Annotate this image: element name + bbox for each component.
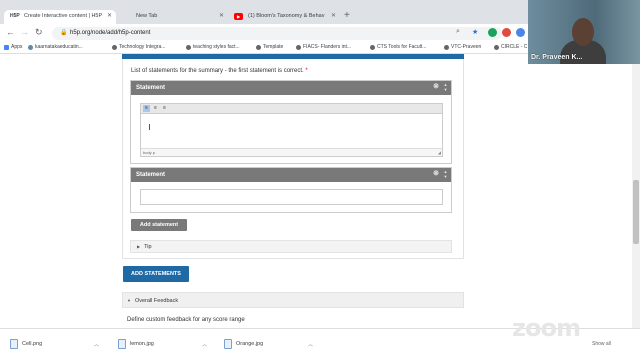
expand-triangle-icon: ▶ <box>137 244 141 249</box>
bookmark-item[interactable]: CIRCLE - C <box>494 44 527 50</box>
tab-new-tab[interactable]: New Tab ✕ <box>116 10 228 24</box>
url-text: h5p.org/node/add/h5p-content <box>70 30 151 36</box>
reorder-arrows-icon[interactable]: ▲ ▼ <box>442 169 449 179</box>
site-icon <box>186 45 191 50</box>
chevron-up-icon[interactable]: ︿ <box>94 341 99 348</box>
lock-icon: 🔒 <box>60 30 68 36</box>
h5p-favicon-icon: H5P <box>10 13 20 19</box>
extension-icon[interactable] <box>488 28 497 37</box>
statement-header[interactable]: Statement ⊗ ▲ ▼ <box>131 81 451 95</box>
remove-icon[interactable]: ⊗ <box>433 170 439 178</box>
required-marker: * <box>305 68 308 74</box>
statement-input[interactable] <box>140 189 443 205</box>
rte-element-path: body p <box>141 148 442 156</box>
site-icon <box>28 45 33 50</box>
bookmark-item[interactable]: kaarnatakaeducatin... <box>28 44 83 50</box>
show-all-downloads-link[interactable]: Show all <box>592 341 611 347</box>
zoom-watermark-logo: zoom <box>512 314 581 342</box>
image-file-icon <box>118 339 126 349</box>
extension-icon[interactable] <box>502 28 511 37</box>
add-statements-button[interactable]: ADD STATEMENTS <box>123 266 189 282</box>
bookmark-item[interactable]: teaching styles fact... <box>186 44 240 50</box>
collapse-triangle-icon: ▼ <box>127 298 131 303</box>
statement-rich-text-editor[interactable]: ≡ ≡ ≡ body p ◢ <box>140 103 443 157</box>
close-tab-icon[interactable]: ✕ <box>219 12 224 19</box>
statement-group: Statement ⊗ ▲ ▼ ≡ ≡ ≡ body p ◢ <box>130 80 452 164</box>
image-file-icon <box>224 339 232 349</box>
rte-toolbar: ≡ ≡ ≡ <box>141 104 442 114</box>
site-icon <box>494 45 499 50</box>
forward-icon[interactable]: → <box>20 27 29 38</box>
tab-h5p[interactable]: H5P Create Interactive content | H5P ✕ <box>4 10 116 24</box>
bookmark-item[interactable]: CTS Tools for Facult... <box>370 44 426 50</box>
tab-label: New Tab <box>136 13 158 19</box>
site-icon <box>370 45 375 50</box>
bookmark-item[interactable]: VTC-Praveen <box>444 44 481 50</box>
extension-icon[interactable] <box>516 28 525 37</box>
statement-group: Statement ⊗ ▲ ▼ <box>130 167 452 213</box>
address-bar[interactable]: 🔒 h5p.org/node/add/h5p-content ⌕ ★ <box>52 27 502 40</box>
participant-head <box>572 18 594 46</box>
add-statement-button[interactable]: Add statement <box>131 219 187 231</box>
bookmark-item[interactable]: FIACS- Flanders int... <box>296 44 351 50</box>
reorder-arrows-icon[interactable]: ▲ ▼ <box>442 82 449 92</box>
align-right-icon[interactable]: ≡ <box>161 105 168 112</box>
resize-handle-icon[interactable]: ◢ <box>438 150 441 155</box>
scrollbar-thumb[interactable] <box>633 180 639 244</box>
bookmark-item[interactable]: Technology Integra... <box>112 44 165 50</box>
page-viewport: List of statements for the summary - the… <box>0 54 640 328</box>
site-icon <box>256 45 261 50</box>
align-left-icon[interactable]: ≡ <box>143 105 150 112</box>
participant-name: Dr. Praveen K... <box>531 54 583 61</box>
align-center-icon[interactable]: ≡ <box>152 105 159 112</box>
editor-top-band <box>122 54 464 59</box>
new-tab-icon[interactable]: + <box>344 10 350 22</box>
image-file-icon <box>10 339 18 349</box>
tab-label: Create Interactive content | H5P <box>24 13 103 19</box>
tip-collapsible[interactable]: ▶ Tip <box>130 240 452 253</box>
youtube-favicon-icon: ▶ <box>234 13 243 20</box>
participant-video: Dr. Praveen K... <box>528 0 640 64</box>
close-tab-icon[interactable]: ✕ <box>107 12 112 19</box>
statement-header[interactable]: Statement ⊗ ▲ ▼ <box>131 168 451 182</box>
search-icon[interactable]: ⌕ <box>456 28 460 36</box>
download-item[interactable]: Orange.jpg ︿ <box>222 338 318 352</box>
text-cursor <box>149 124 150 130</box>
chevron-up-icon[interactable]: ︿ <box>308 341 313 348</box>
custom-feedback-text: Define custom feedback for any score ran… <box>127 317 245 323</box>
tab-label: (1) Bloom's Taxonomy & Behav <box>248 13 325 19</box>
reload-icon[interactable]: ↻ <box>35 27 43 38</box>
statements-instruction: List of statements for the summary - the… <box>131 68 308 74</box>
bookmark-apps[interactable]: Apps <box>4 44 22 50</box>
page-scrollbar[interactable] <box>632 54 640 328</box>
back-icon[interactable]: ← <box>6 27 15 38</box>
site-icon <box>296 45 301 50</box>
overall-feedback-collapsible[interactable]: ▼ Overall Feedback <box>122 292 464 308</box>
site-icon <box>444 45 449 50</box>
apps-grid-icon <box>4 45 9 50</box>
close-tab-icon[interactable]: ✕ <box>331 12 336 19</box>
bookmark-star-icon[interactable]: ★ <box>472 28 478 36</box>
remove-icon[interactable]: ⊗ <box>433 83 439 91</box>
download-item[interactable]: Cell.png ︿ <box>8 338 104 352</box>
site-icon <box>112 45 117 50</box>
download-item[interactable]: lemon.jpg ︿ <box>116 338 212 352</box>
chevron-up-icon[interactable]: ︿ <box>202 341 207 348</box>
bookmark-item[interactable]: Template <box>256 44 283 50</box>
tab-youtube[interactable]: ▶ (1) Bloom's Taxonomy & Behav ✕ <box>228 10 340 24</box>
